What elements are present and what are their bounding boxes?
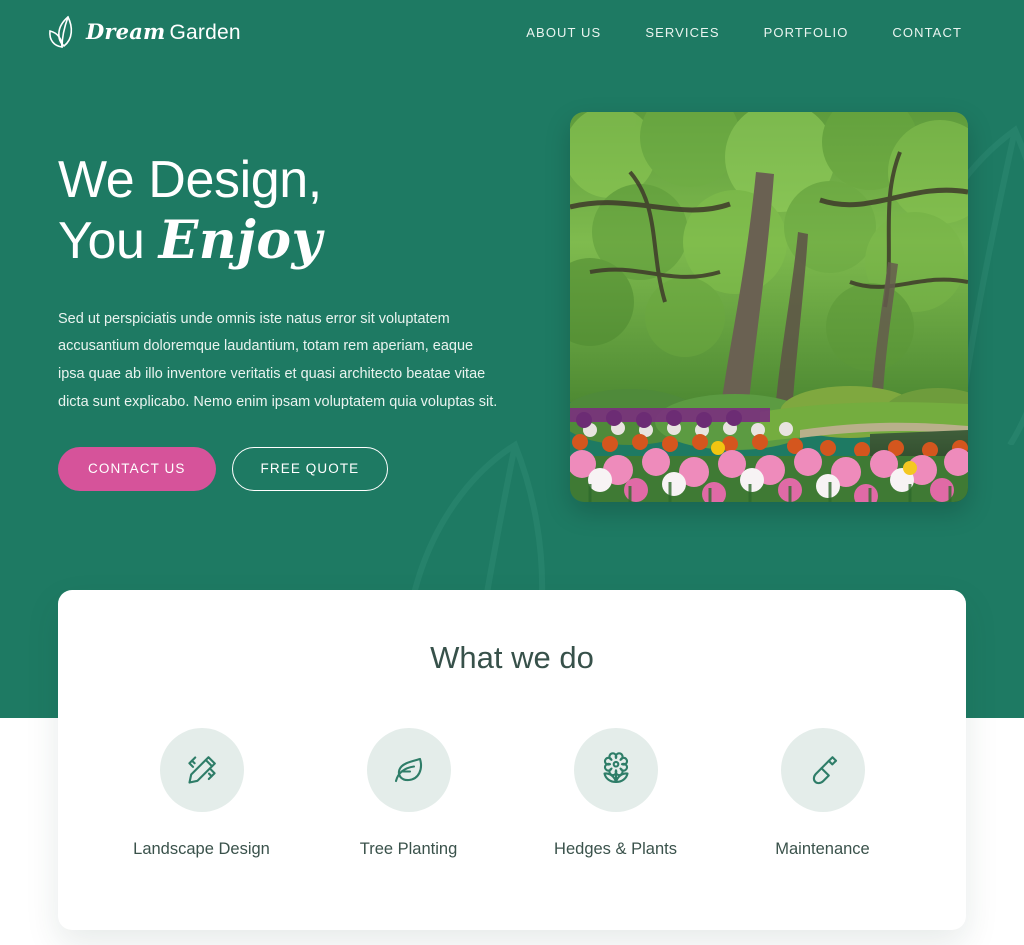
brand-name-garden: Garden — [169, 21, 241, 44]
nav-about-us[interactable]: ABOUT US — [526, 25, 601, 40]
service-icon-circle — [159, 728, 244, 812]
contact-us-button[interactable]: CONTACT US — [58, 446, 216, 491]
service-icon-circle — [573, 728, 658, 812]
headline-plain-text: You — [58, 211, 159, 270]
brand-name-dream: Dream — [86, 19, 166, 44]
service-label: Hedges & Plants — [554, 840, 677, 858]
services-card: What we do Landscape Design Tree Plantin… — [58, 590, 966, 930]
service-icon-circle — [366, 728, 451, 812]
service-item-maintenance[interactable]: Maintenance — [728, 728, 918, 859]
leaf-logo-icon — [49, 15, 73, 48]
hero-garden-image — [570, 112, 968, 502]
headline-line-1: We Design, — [58, 151, 322, 209]
service-label: Tree Planting — [359, 840, 458, 858]
free-quote-button[interactable]: FREE QUOTE — [231, 446, 389, 491]
service-label: Landscape Design — [133, 840, 270, 858]
site-header: Dream Garden ABOUT US SERVICES PORTFOLIO … — [0, 0, 1024, 64]
hero-actions: CONTACT US FREE QUOTE — [58, 446, 528, 491]
nav-services[interactable]: SERVICES — [645, 25, 719, 40]
hero-paragraph: Sed ut perspiciatis unde omnis iste natu… — [58, 310, 498, 411]
service-item-tree-planting[interactable]: Tree Planting — [314, 728, 504, 859]
nav-contact[interactable]: CONTACT — [892, 25, 962, 40]
service-item-hedges-plants[interactable]: Hedges & Plants — [521, 728, 711, 859]
leaf-icon — [394, 757, 422, 783]
shovel-icon — [812, 756, 837, 785]
brand-text: Dream Garden — [86, 19, 241, 45]
brand-logo[interactable]: Dream Garden — [46, 15, 241, 49]
headline-script-text: Enjoy — [158, 209, 323, 271]
service-label: Maintenance — [775, 840, 870, 858]
headline-line-2: You Enjoy — [58, 209, 528, 272]
services-grid: Landscape Design Tree Planting Hedges & … — [58, 728, 966, 859]
hero-headline: We Design, You Enjoy — [58, 150, 528, 272]
service-item-landscape-design[interactable]: Landscape Design — [107, 728, 297, 859]
landing-page: Dream Garden ABOUT US SERVICES PORTFOLIO … — [0, 0, 1024, 945]
services-title: What we do — [430, 640, 594, 675]
nav-portfolio[interactable]: PORTFOLIO — [764, 25, 849, 40]
flower-icon — [602, 752, 629, 784]
main-navigation: ABOUT US SERVICES PORTFOLIO CONTACT — [526, 25, 962, 40]
garden-landscape-photo — [570, 112, 968, 502]
hero-copy: We Design, You Enjoy Sed ut perspiciatis… — [58, 150, 528, 491]
pencil-ruler-icon — [187, 756, 216, 784]
service-icon-circle — [780, 728, 865, 812]
